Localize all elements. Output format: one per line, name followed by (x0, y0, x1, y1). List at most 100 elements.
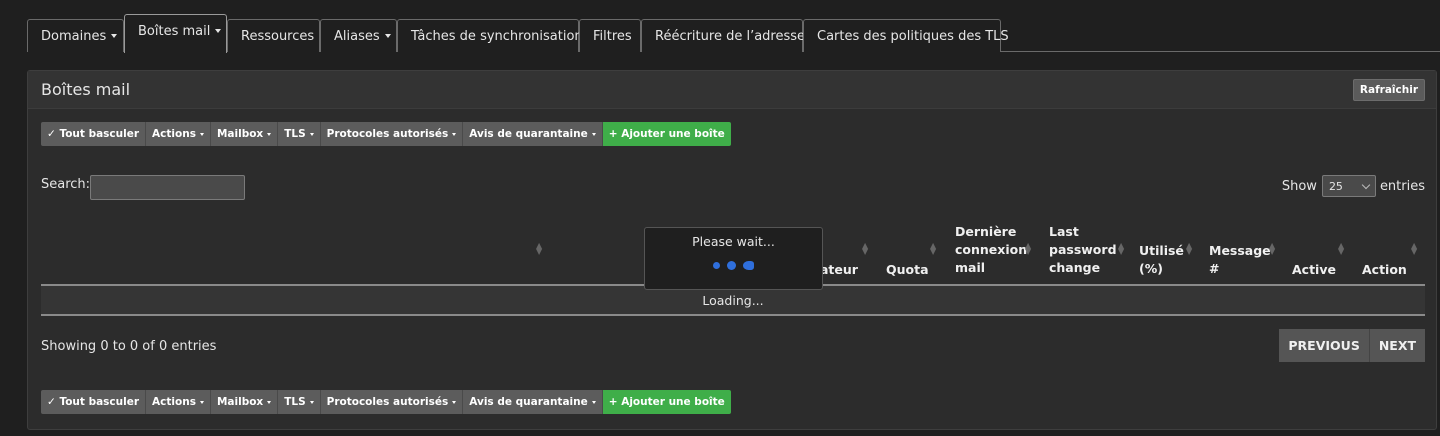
caret-down-icon (199, 400, 204, 404)
col-header-text: # (1209, 261, 1220, 276)
tab-label: Ressources (241, 28, 315, 44)
col-header-text: Last (1049, 224, 1079, 239)
add-mailbox-button[interactable]: + Ajouter une boîte (602, 390, 731, 414)
table-info: Showing 0 to 0 of 0 entries (41, 339, 217, 354)
protocols-label: Protocoles autorisés (326, 128, 449, 140)
mailbox-label: Mailbox (216, 128, 264, 140)
add-mailbox-button[interactable]: + Ajouter une boîte (602, 122, 731, 146)
spinner-dot (713, 262, 720, 269)
sort-icon: ▲ ▼ (1269, 241, 1276, 256)
col-header-user[interactable]: ateur (820, 262, 858, 277)
col-header-text: mail (955, 260, 986, 275)
table-row-loading: Loading... (41, 286, 1425, 316)
top-toolbar: ✓ Tout basculer Actions Mailbox TLS Prot… (41, 122, 731, 146)
protocols-dropdown[interactable]: Protocoles autorisés (320, 122, 464, 146)
tab-label: Cartes des politiques des TLS (817, 28, 1009, 44)
quarantine-dropdown[interactable]: Avis de quarantaine (463, 122, 603, 146)
col-header-last-login[interactable]: Dernière connexion mail (955, 224, 1027, 275)
tls-label: TLS (284, 128, 306, 140)
panel-header: Boîtes mail Rafraîchir (28, 71, 1436, 109)
spinner-dot (727, 261, 736, 270)
mailbox-label: Mailbox (216, 396, 264, 408)
page-length-value: 25 (1328, 179, 1343, 193)
tab-mailboxes[interactable]: Boîtes mail (124, 14, 227, 53)
mailbox-dropdown[interactable]: Mailbox (210, 390, 279, 414)
col-header-text: connexion (955, 242, 1028, 257)
refresh-button[interactable]: Rafraîchir (1352, 79, 1425, 101)
protocols-dropdown[interactable]: Protocoles autorisés (320, 390, 464, 414)
col-header-text: Utilisé (1139, 243, 1184, 258)
actions-dropdown[interactable]: Actions (146, 122, 211, 146)
col-header-last-password-change[interactable]: Last password change (1049, 224, 1117, 275)
sort-icon: ▲ ▼ (862, 241, 869, 256)
tab-aliases[interactable]: Aliases (320, 19, 397, 52)
caret-down-icon (267, 400, 272, 404)
toggle-all-button[interactable]: ✓ Tout basculer (41, 390, 147, 414)
chevron-down-icon (1361, 180, 1371, 189)
col-header-message-count[interactable]: Message # (1209, 243, 1271, 276)
caret-down-icon (267, 132, 272, 136)
search-input[interactable] (90, 175, 245, 200)
caret-down-icon (309, 132, 314, 136)
col-header-text: password (1049, 242, 1117, 257)
actions-label: Actions (152, 396, 196, 408)
toggle-all-button[interactable]: ✓ Tout basculer (41, 122, 147, 146)
col-header-active[interactable]: Active (1292, 262, 1336, 277)
col-header-action[interactable]: Action (1362, 262, 1407, 277)
col-header-text: (%) (1139, 261, 1163, 276)
quarantine-label: Avis de quarantaine (469, 396, 588, 408)
show-label: Show (1281, 178, 1317, 194)
actions-dropdown[interactable]: Actions (146, 390, 211, 414)
tls-dropdown[interactable]: TLS (278, 390, 321, 414)
tls-dropdown[interactable]: TLS (278, 122, 321, 146)
sort-icon: ▲ ▼ (930, 241, 937, 256)
page-length-select[interactable]: 25 (1321, 175, 1376, 197)
tab-tls-policy-maps[interactable]: Cartes des politiques des TLS (803, 19, 1009, 52)
caret-down-icon (452, 400, 457, 404)
tab-sync-jobs[interactable]: Tâches de synchronisation (397, 19, 583, 52)
quarantine-dropdown[interactable]: Avis de quarantaine (463, 390, 603, 414)
spinner-icon (645, 261, 822, 270)
col-header-text: Message (1209, 243, 1271, 258)
caret-down-icon (215, 29, 222, 33)
caret-down-icon (591, 400, 596, 404)
pagination: PREVIOUS NEXT (1279, 329, 1425, 362)
col-header-quota[interactable]: Quota (886, 262, 929, 277)
previous-page-button[interactable]: PREVIOUS (1279, 329, 1370, 362)
caret-down-icon (452, 132, 457, 136)
tab-label: Filtres (593, 28, 632, 44)
tab-filters[interactable]: Filtres (579, 19, 641, 52)
sort-icon: ▲ ▼ (1411, 241, 1418, 256)
tab-domains[interactable]: Domaines (27, 19, 124, 52)
col-header-used[interactable]: Utilisé (%) (1139, 243, 1184, 276)
search-label: Search: (41, 177, 91, 192)
tab-label: Tâches de synchronisation (411, 28, 583, 44)
processing-text: Please wait... (692, 234, 775, 249)
next-page-button[interactable]: NEXT (1369, 329, 1425, 362)
tab-label: Boîtes mail (138, 24, 211, 39)
caret-down-icon (199, 132, 204, 136)
caret-down-icon (309, 400, 314, 404)
caret-down-icon (384, 34, 391, 38)
tls-label: TLS (284, 396, 306, 408)
caret-down-icon (111, 34, 118, 38)
sort-icon: ▲ ▼ (1025, 241, 1032, 256)
entries-label: entries (1379, 178, 1425, 194)
protocols-label: Protocoles autorisés (326, 396, 449, 408)
spinner-dot (743, 261, 754, 270)
tab-label: Domaines (41, 28, 107, 44)
sort-icon: ▲ ▼ (1118, 241, 1125, 256)
caret-down-icon (591, 132, 596, 136)
col-header-text: Dernière (955, 224, 1017, 239)
tab-label: Réécriture de l’adresse (655, 28, 806, 44)
sort-icon: ▲ ▼ (1186, 241, 1193, 256)
mailbox-dropdown[interactable]: Mailbox (210, 122, 279, 146)
tab-resources[interactable]: Ressources (227, 19, 320, 52)
bottom-toolbar: ✓ Tout basculer Actions Mailbox TLS Prot… (41, 390, 731, 414)
quarantine-label: Avis de quarantaine (469, 128, 588, 140)
mailboxes-panel: Boîtes mail Rafraîchir ✓ Tout basculer A… (27, 70, 1437, 430)
sort-icon: ▲ ▼ (1338, 241, 1345, 256)
processing-indicator: Please wait... (644, 227, 823, 290)
tab-address-rewriting[interactable]: Réécriture de l’adresse (641, 19, 806, 52)
page-length-control: Show 25 entries (1282, 175, 1425, 197)
